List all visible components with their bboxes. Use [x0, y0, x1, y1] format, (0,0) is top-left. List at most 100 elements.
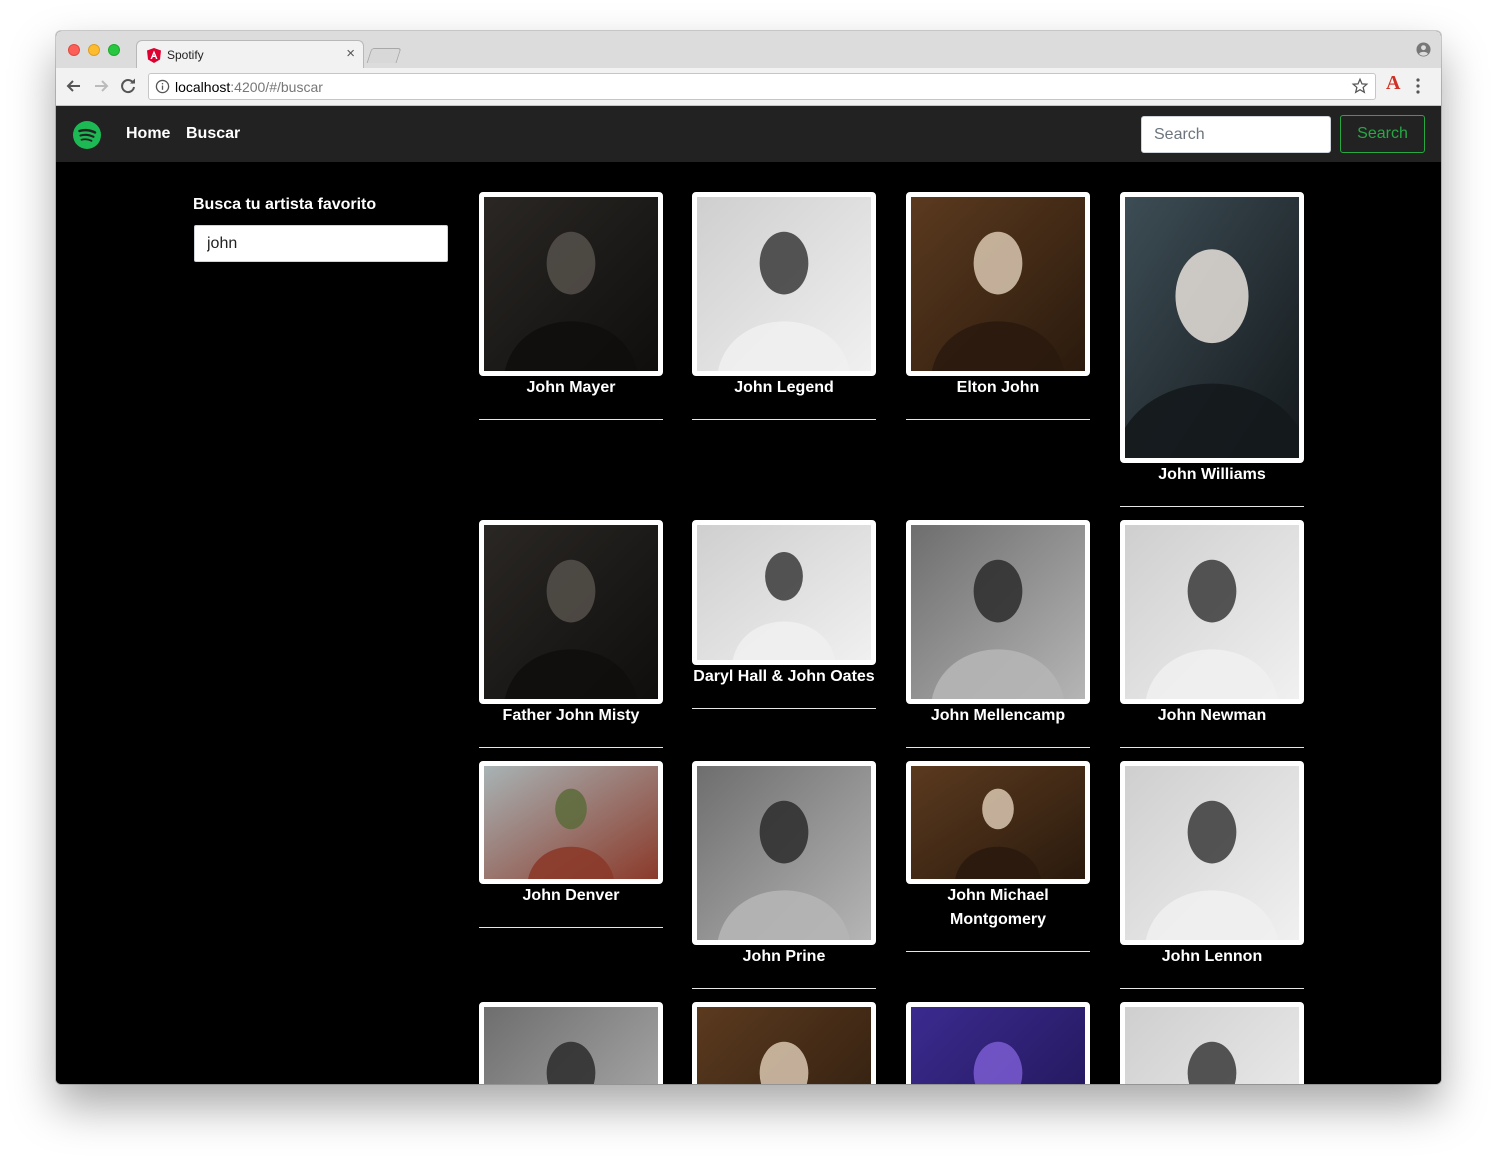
card-divider — [692, 708, 876, 709]
artist-card[interactable] — [1120, 1002, 1304, 1084]
artist-photo — [484, 197, 658, 371]
artist-card[interactable]: Father John Misty — [479, 520, 663, 748]
url-text: localhost:4200/#/buscar — [175, 79, 323, 95]
maximize-window-button[interactable] — [108, 44, 120, 56]
info-icon[interactable] — [155, 79, 170, 94]
artist-image[interactable] — [906, 761, 1090, 884]
artist-image[interactable] — [479, 192, 663, 376]
artist-image[interactable] — [692, 1002, 876, 1084]
artist-photo — [697, 525, 871, 660]
artist-photo — [1125, 197, 1299, 458]
artist-name: John Lennon — [1161, 948, 1263, 965]
profile-icon[interactable] — [1416, 42, 1431, 57]
artist-card[interactable]: John Lennon — [1120, 761, 1304, 989]
artist-name: John Michael Montgomery — [947, 887, 1049, 928]
tab-title: Spotify — [167, 48, 204, 62]
artist-image[interactable] — [1120, 520, 1304, 704]
minimize-window-button[interactable] — [88, 44, 100, 56]
card-divider — [479, 419, 663, 420]
artist-card[interactable]: John Denver — [479, 761, 663, 928]
card-divider — [906, 747, 1090, 748]
artist-card[interactable]: John Michael Montgomery — [906, 761, 1090, 952]
artist-card[interactable]: John Mayer — [479, 192, 663, 420]
artist-photo — [911, 1007, 1085, 1084]
spotify-logo-icon[interactable] — [72, 120, 102, 150]
artist-card[interactable] — [692, 1002, 876, 1084]
artist-card[interactable]: John Prine — [692, 761, 876, 989]
browser-tab[interactable]: Spotify × — [136, 40, 364, 69]
menu-dots-icon[interactable] — [1416, 77, 1420, 95]
artist-photo — [697, 197, 871, 371]
address-bar[interactable]: localhost:4200/#/buscar — [148, 73, 1376, 100]
tab-strip: Spotify × — [56, 31, 1441, 69]
artist-image[interactable] — [906, 192, 1090, 376]
navbar-search-button[interactable]: Search — [1340, 115, 1425, 153]
angular-icon — [147, 48, 161, 63]
artist-search-input[interactable] — [194, 225, 448, 262]
card-divider — [1120, 988, 1304, 989]
artist-image[interactable] — [479, 761, 663, 884]
nav-home-link[interactable]: Home — [126, 125, 170, 143]
card-divider — [906, 951, 1090, 952]
artist-photo — [911, 197, 1085, 371]
reload-icon[interactable] — [117, 75, 139, 97]
card-divider — [479, 747, 663, 748]
artist-name: John Mayer — [526, 379, 616, 396]
close-window-button[interactable] — [68, 44, 80, 56]
main-content: Busca tu artista favorito John Mayer John… — [56, 162, 1441, 1084]
artist-image[interactable] — [1120, 192, 1304, 463]
nav-buscar-link[interactable]: Buscar — [186, 125, 240, 143]
artist-name: John Mellencamp — [930, 707, 1066, 724]
card-divider — [1120, 506, 1304, 507]
extension-icon[interactable]: A — [1386, 72, 1400, 95]
card-divider — [1120, 747, 1304, 748]
card-divider — [692, 988, 876, 989]
artist-image[interactable] — [692, 520, 876, 665]
artist-image[interactable] — [1120, 761, 1304, 945]
artist-image[interactable] — [479, 520, 663, 704]
new-tab-button[interactable] — [366, 48, 402, 63]
artist-photo — [1125, 766, 1299, 940]
app-navbar: Home Buscar Search — [56, 106, 1441, 162]
artist-card[interactable]: John Legend — [692, 192, 876, 420]
artist-name: Father John Misty — [502, 707, 640, 724]
tab-close-icon[interactable]: × — [346, 45, 355, 62]
artist-name: Daryl Hall & John Oates — [693, 668, 875, 685]
browser-window: Spotify × localhost:4200/#/buscar A Home… — [56, 31, 1441, 1084]
artist-name: John Prine — [742, 948, 826, 965]
artist-photo — [484, 766, 658, 879]
artist-name: John Denver — [522, 887, 620, 904]
navbar-search-input[interactable] — [1141, 116, 1331, 153]
artist-name: John Williams — [1158, 466, 1266, 483]
search-heading: Busca tu artista favorito — [193, 196, 377, 213]
artist-image[interactable] — [906, 520, 1090, 704]
forward-icon[interactable] — [90, 75, 112, 97]
artist-card[interactable]: John Mellencamp — [906, 520, 1090, 748]
artist-photo — [484, 1007, 658, 1084]
artist-image[interactable] — [479, 1002, 663, 1084]
artist-photo — [911, 766, 1085, 879]
artist-photo — [1125, 525, 1299, 699]
artist-photo — [484, 525, 658, 699]
back-icon[interactable] — [63, 75, 85, 97]
artist-image[interactable] — [1120, 1002, 1304, 1084]
artist-card[interactable]: Elton John — [906, 192, 1090, 420]
artist-name: John Newman — [1157, 707, 1267, 724]
browser-toolbar: localhost:4200/#/buscar A — [56, 68, 1441, 106]
card-divider — [906, 419, 1090, 420]
artist-photo — [697, 1007, 871, 1084]
artist-name: John Legend — [734, 379, 834, 396]
card-divider — [479, 927, 663, 928]
artist-card[interactable] — [906, 1002, 1090, 1084]
artist-photo — [697, 766, 871, 940]
artist-card[interactable] — [479, 1002, 663, 1084]
artist-image[interactable] — [906, 1002, 1090, 1084]
artist-card[interactable]: Daryl Hall & John Oates — [692, 520, 876, 709]
artist-image[interactable] — [692, 192, 876, 376]
artist-name: Elton John — [956, 379, 1040, 396]
artist-image[interactable] — [692, 761, 876, 945]
artist-card[interactable]: John Newman — [1120, 520, 1304, 748]
artist-photo — [1125, 1007, 1299, 1084]
bookmark-star-icon[interactable] — [1351, 77, 1369, 95]
artist-card[interactable]: John Williams — [1120, 192, 1304, 507]
